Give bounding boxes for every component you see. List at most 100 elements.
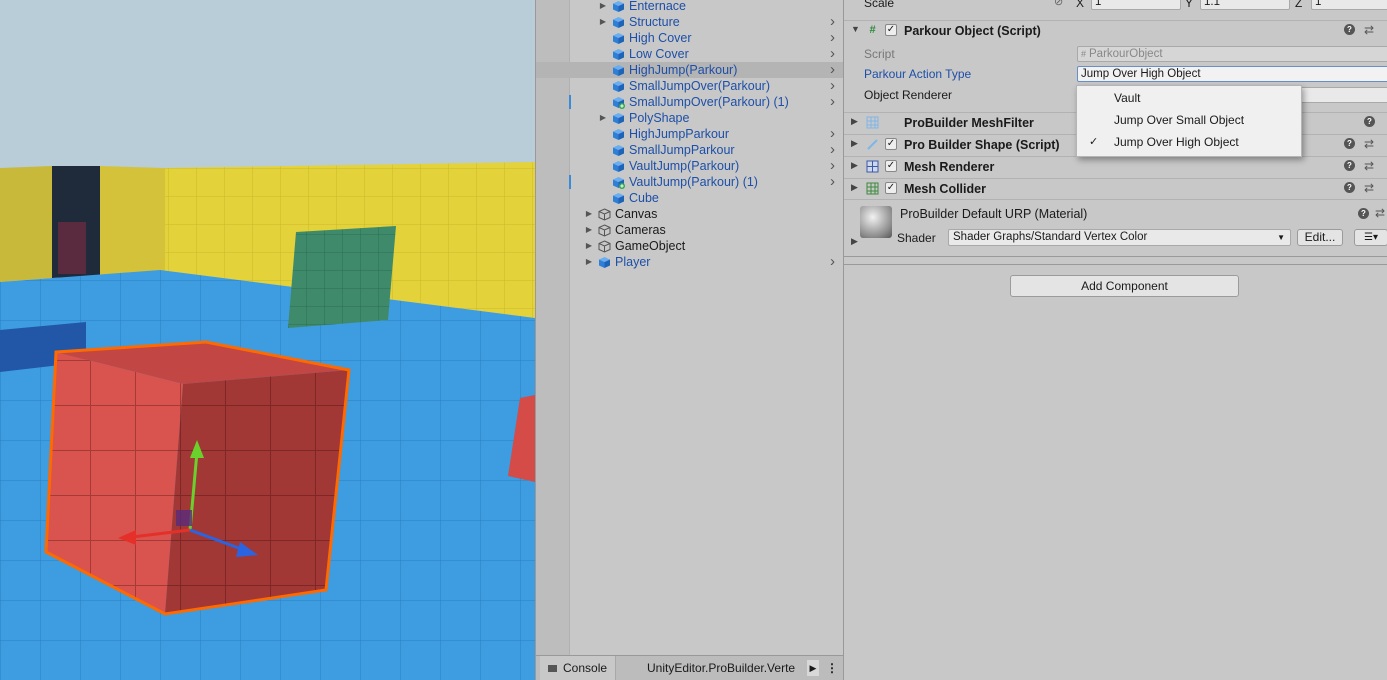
add-component-button[interactable]: Add Component xyxy=(1010,275,1239,297)
script-icon: # xyxy=(1081,49,1087,59)
console-menu-icon[interactable]: ⋮ xyxy=(826,656,838,680)
foldout-arrow-icon[interactable]: ▶ xyxy=(598,0,608,14)
override-marker xyxy=(569,95,571,109)
parkour-action-type-dropdown[interactable]: Jump Over High Object xyxy=(1077,66,1387,82)
foldout-arrow-icon[interactable]: ▶ xyxy=(584,222,594,238)
foldout-arrow-icon[interactable]: ▶ xyxy=(598,110,608,126)
settings-icon[interactable]: ⇄ xyxy=(1375,206,1385,220)
mesh-renderer-icon xyxy=(866,160,879,173)
prefab-icon xyxy=(613,193,624,204)
settings-icon[interactable]: ⇄ xyxy=(1364,137,1374,151)
settings-icon[interactable]: ⇄ xyxy=(1364,181,1374,195)
scale-y-field[interactable]: 1.1 xyxy=(1200,0,1290,10)
prefab-icon xyxy=(613,81,624,92)
foldout-arrow-icon[interactable]: ▶ xyxy=(584,254,594,270)
left-wall xyxy=(0,166,52,282)
mesh-collider-checkbox[interactable]: ✓ xyxy=(885,182,897,194)
dropdown-option-jump-over-high[interactable]: ✓ Jump Over High Object xyxy=(1077,131,1301,153)
chevron-right-icon[interactable]: › xyxy=(830,78,835,94)
override-marker xyxy=(569,175,571,189)
help-icon[interactable]: ? xyxy=(1344,160,1355,171)
hierarchy-item[interactable]: ▶ GameObject xyxy=(536,238,844,254)
hierarchy-item[interactable]: ▶ Structure › xyxy=(536,14,844,30)
chevron-right-icon[interactable]: › xyxy=(830,94,835,110)
hierarchy-item-label: VaultJump(Parkour) (1) xyxy=(629,175,758,189)
foldout-closed-icon[interactable]: ▶ xyxy=(851,116,858,127)
help-icon[interactable]: ? xyxy=(1344,182,1355,193)
help-icon[interactable]: ? xyxy=(1358,208,1369,219)
scene-view[interactable] xyxy=(0,0,535,680)
prefab-icon xyxy=(613,65,624,76)
hierarchy-item-label: Cube xyxy=(629,191,659,205)
object-renderer-label: Object Renderer xyxy=(864,88,953,102)
settings-icon[interactable]: ⇄ xyxy=(1364,159,1374,173)
parkour-object-header[interactable]: ▼ # ✓ Parkour Object (Script) ? ⇄ xyxy=(844,20,1387,42)
foldout-closed-icon[interactable]: ▶ xyxy=(851,236,858,247)
hierarchy-item[interactable]: HighJumpParkour › xyxy=(536,126,844,142)
foldout-closed-icon[interactable]: ▶ xyxy=(851,138,858,149)
foldout-arrow-icon[interactable]: ▶ xyxy=(598,14,608,30)
foldout-closed-icon[interactable]: ▶ xyxy=(851,160,858,171)
console-message[interactable]: UnityEditor.ProBuilder.Verte xyxy=(647,656,807,680)
chevron-right-icon[interactable]: › xyxy=(830,126,835,142)
hierarchy-item[interactable]: ▶ PolyShape xyxy=(536,110,844,126)
shader-dropdown[interactable]: Shader Graphs/Standard Vertex Color ▼ xyxy=(948,229,1291,246)
scale-x-field[interactable]: 1 xyxy=(1091,0,1181,10)
hierarchy-item[interactable]: SmallJumpParkour › xyxy=(536,142,844,158)
chevron-right-icon[interactable]: › xyxy=(830,174,835,190)
hierarchy-item-label: Player xyxy=(615,255,651,269)
shape-enabled-checkbox[interactable]: ✓ xyxy=(885,138,897,150)
mesh-collider-icon xyxy=(866,182,879,195)
hierarchy-item-label: Cameras xyxy=(615,223,666,237)
dropdown-option-vault[interactable]: Vault xyxy=(1077,87,1301,109)
parkour-enabled-checkbox[interactable]: ✓ xyxy=(885,24,897,36)
hierarchy-item[interactable]: VaultJump(Parkour) (1) › xyxy=(536,174,844,190)
hierarchy-item-label: High Cover xyxy=(629,31,692,45)
help-icon[interactable]: ? xyxy=(1344,24,1355,35)
foldout-arrow-icon[interactable]: ▶ xyxy=(584,238,594,254)
hierarchy-item[interactable]: VaultJump(Parkour) › xyxy=(536,158,844,174)
dropdown-option-jump-over-small[interactable]: Jump Over Small Object xyxy=(1077,109,1301,131)
chevron-right-icon[interactable]: › xyxy=(830,30,835,46)
hierarchy-item[interactable]: Low Cover › xyxy=(536,46,844,62)
hierarchy-item[interactable]: SmallJumpOver(Parkour) (1) › xyxy=(536,94,844,110)
help-icon[interactable]: ? xyxy=(1364,116,1375,127)
mesh-renderer-checkbox[interactable]: ✓ xyxy=(885,160,897,172)
scene-render[interactable] xyxy=(0,0,535,680)
script-field: # ParkourObject xyxy=(1077,46,1387,62)
chevron-right-icon[interactable]: › xyxy=(830,142,835,158)
console-expand-icon[interactable]: ▶ xyxy=(807,660,819,676)
foldout-open-icon[interactable]: ▼ xyxy=(851,24,860,34)
hierarchy-item[interactable]: ▶ Cameras xyxy=(536,222,844,238)
chevron-right-icon[interactable]: › xyxy=(830,254,835,270)
hierarchy-item[interactable]: HighJump(Parkour) › xyxy=(536,62,844,78)
component-mesh-renderer[interactable]: ▶ ✓ Mesh Renderer ? ⇄ xyxy=(844,156,1387,178)
help-icon[interactable]: ? xyxy=(1344,138,1355,149)
object-renderer-field[interactable] xyxy=(1297,87,1387,103)
hierarchy-item-label: HighJump(Parkour) xyxy=(629,63,738,77)
settings-icon[interactable]: ⇄ xyxy=(1364,23,1374,37)
foldout-arrow-icon[interactable]: ▶ xyxy=(584,206,594,222)
console-icon xyxy=(548,665,557,673)
shader-edit-button[interactable]: Edit... xyxy=(1297,229,1343,246)
chevron-right-icon[interactable]: › xyxy=(830,158,835,174)
chevron-right-icon[interactable]: › xyxy=(830,46,835,62)
console-bar: Console UnityEditor.ProBuilder.Verte ▶ ⋮ xyxy=(536,655,844,680)
hierarchy-item[interactable]: SmallJumpOver(Parkour) › xyxy=(536,78,844,94)
scale-z-field[interactable]: 1 xyxy=(1311,0,1387,10)
hierarchy-item[interactable]: ▶ Enternace xyxy=(536,0,844,14)
hierarchy-item[interactable]: ▶ Canvas xyxy=(536,206,844,222)
component-mesh-collider[interactable]: ▶ ✓ Mesh Collider ? ⇄ xyxy=(844,178,1387,200)
selected-red-cube[interactable] xyxy=(44,340,351,616)
console-tab[interactable]: Console xyxy=(540,656,617,680)
foldout-closed-icon[interactable]: ▶ xyxy=(851,182,858,193)
hierarchy-item[interactable]: ▶ Player › xyxy=(536,254,844,270)
shader-options-icon[interactable]: ☰▾ xyxy=(1354,229,1387,246)
prefab-icon xyxy=(599,257,610,268)
hierarchy-item[interactable]: Cube xyxy=(536,190,844,206)
hierarchy-item-label: SmallJumpOver(Parkour) (1) xyxy=(629,95,789,109)
chevron-right-icon[interactable]: › xyxy=(830,62,835,78)
hierarchy-item[interactable]: High Cover › xyxy=(536,30,844,46)
scale-link-icon[interactable]: ⊘ xyxy=(1054,0,1063,8)
chevron-right-icon[interactable]: › xyxy=(830,14,835,30)
